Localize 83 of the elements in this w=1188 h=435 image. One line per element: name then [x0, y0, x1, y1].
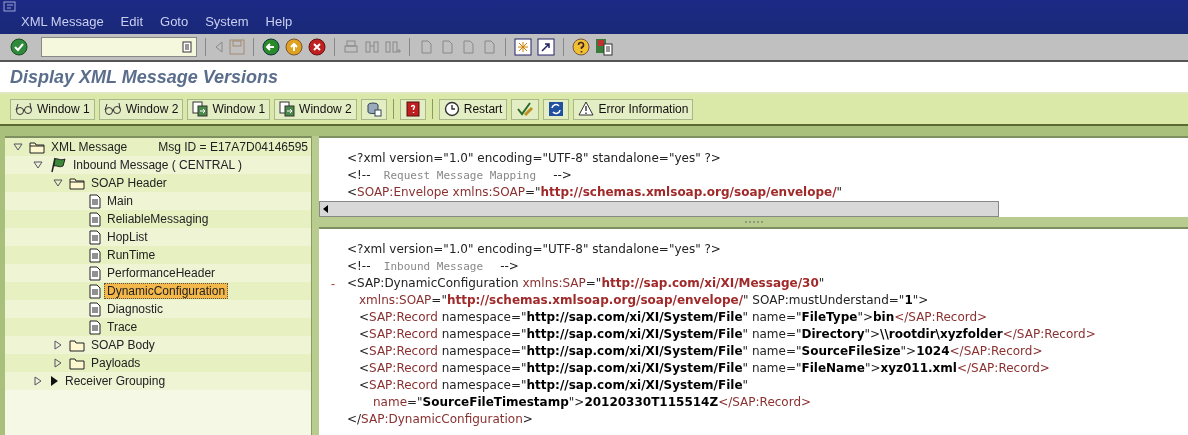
toolbar-icon-button[interactable] — [399, 98, 426, 120]
folder-icon — [69, 338, 85, 352]
xml-line: <SAP:Record namespace="http://sap.com/xi/XI/System/File" — [358, 377, 750, 394]
document-icon — [89, 283, 101, 299]
back-icon[interactable] — [262, 38, 280, 56]
collapse-toggle[interactable]: - — [319, 276, 347, 291]
document-icon — [89, 211, 101, 227]
xml-line: name="SourceFileTimestamp">20120330T115514Z</SAP:Record> — [372, 394, 813, 411]
document-icon — [89, 229, 101, 245]
tree-node[interactable]: Main — [104, 193, 136, 209]
command-field[interactable] — [41, 37, 197, 57]
xml-line: <SAP:Record namespace="http://sap.com/xi/XI/System/File" name="FileType">bin</SAP:Record> — [358, 309, 989, 326]
clock-icon — [443, 101, 460, 117]
shortcut-icon[interactable] — [537, 38, 555, 56]
window-menu-icon[interactable] — [3, 1, 17, 13]
toolbar-button[interactable]: Window 1 — [187, 98, 271, 120]
glasses-icon — [103, 102, 122, 116]
tree-node[interactable]: HopList — [104, 229, 151, 245]
tree-node[interactable]: Payloads — [88, 355, 144, 371]
document-icon — [89, 319, 101, 335]
toolbar-icon-button[interactable] — [360, 98, 387, 120]
tree-node[interactable]: Trace — [104, 319, 141, 335]
xml-line: <SOAP:Envelope xmlns:SOAP="http://schemas.xmlsoap.org/soap/envelope/" — [347, 184, 844, 201]
copy-icon — [279, 101, 296, 117]
toolbar-icon-button[interactable] — [511, 98, 540, 120]
toolbar-button[interactable]: Error Information — [573, 98, 694, 120]
tree-node[interactable]: DynamicConfiguration — [104, 283, 229, 299]
help-icon[interactable] — [572, 38, 590, 56]
copy-icon — [192, 101, 209, 117]
xml-line: <SAP:Record namespace="http://sap.com/xi/XI/System/File" name="FileName">xyz011.xml</SAP:Record> — [358, 360, 1051, 377]
collapse-icon[interactable] — [53, 178, 63, 188]
layout-icon[interactable] — [595, 38, 613, 56]
database-icon — [365, 101, 382, 117]
menu-item[interactable]: Goto — [160, 14, 189, 29]
cancel-icon[interactable] — [308, 38, 326, 56]
toolbar-button[interactable]: Restart — [438, 98, 508, 120]
document-icon — [89, 301, 101, 317]
menu-item[interactable]: System — [205, 14, 249, 29]
xml-line: </SAP:DynamicConfiguration> — [346, 411, 534, 428]
flag-icon — [49, 157, 67, 173]
horizontal-scrollbar[interactable] — [319, 201, 999, 217]
xml-line: <?xml version="1.0" encoding="UTF-8" standalone="yes" ?> — [347, 150, 722, 167]
document-icon — [89, 247, 101, 263]
check-icon — [516, 101, 535, 117]
warning-icon — [578, 101, 595, 117]
glasses-icon — [15, 102, 33, 116]
document-icon — [89, 193, 101, 209]
xml-line: <SAP:DynamicConfiguration xmlns:SAP="http://sap.com/xi/XI/Message/30" — [347, 275, 825, 292]
new-session-icon[interactable] — [514, 38, 532, 56]
enter-icon[interactable] — [10, 38, 28, 56]
folder-icon — [69, 176, 85, 190]
xml-line: <SAP:Record namespace="http://sap.com/xi/XI/System/File" name="Directory">\\rootdir\xyzfolder</SAP:Record> — [358, 326, 1097, 343]
expand-icon[interactable] — [53, 340, 63, 350]
toolbar-button[interactable]: Window 1 — [10, 98, 95, 120]
tree-node[interactable]: RunTime — [104, 247, 159, 263]
expand-icon[interactable] — [53, 358, 63, 368]
xml-line: <!-- Request Message Mapping --> — [347, 167, 573, 184]
help-book-icon — [404, 101, 421, 117]
message-id: Msg ID = E17A7D04146595 — [158, 140, 309, 154]
menu-item[interactable]: Edit — [120, 14, 143, 29]
collapse-icon[interactable] — [33, 160, 43, 170]
screen-title: Display XML Message Versions — [10, 66, 279, 88]
pointer-icon — [49, 375, 59, 387]
xml-line: <!-- Inbound Message --> — [346, 258, 520, 275]
folder-icon — [69, 356, 85, 370]
toolbar-button[interactable]: Window 2 — [98, 98, 184, 120]
toolbar-button[interactable]: Window 2 — [274, 98, 357, 120]
exit-icon[interactable] — [285, 38, 303, 56]
tree-node[interactable]: Diagnostic — [104, 301, 167, 317]
folder-icon — [29, 140, 45, 154]
splitter-handle-icon[interactable] — [743, 220, 764, 224]
list-icon[interactable] — [182, 41, 192, 53]
xml-line: <?xml version="1.0" encoding="UTF-8" standalone="yes" ?> — [346, 241, 722, 258]
menu-item[interactable]: Help — [265, 14, 293, 29]
xml-line: xmlns:SOAP="http://schemas.xmlsoap.org/soap/envelope/" SOAP:mustUnderstand="1"> — [358, 292, 930, 309]
menu-item[interactable]: XML Message — [21, 14, 104, 29]
tree-node[interactable]: XML Message — [48, 139, 131, 155]
refresh-icon — [548, 101, 565, 117]
document-icon — [89, 265, 101, 281]
expand-icon[interactable] — [33, 376, 43, 386]
toolbar-icon-button[interactable] — [543, 98, 570, 120]
collapse-icon[interactable] — [13, 142, 23, 152]
xml-line: <SAP:Record namespace="http://sap.com/xi/XI/System/File" name="SourceFileSize">1024</SAP:Record> — [358, 343, 1044, 360]
